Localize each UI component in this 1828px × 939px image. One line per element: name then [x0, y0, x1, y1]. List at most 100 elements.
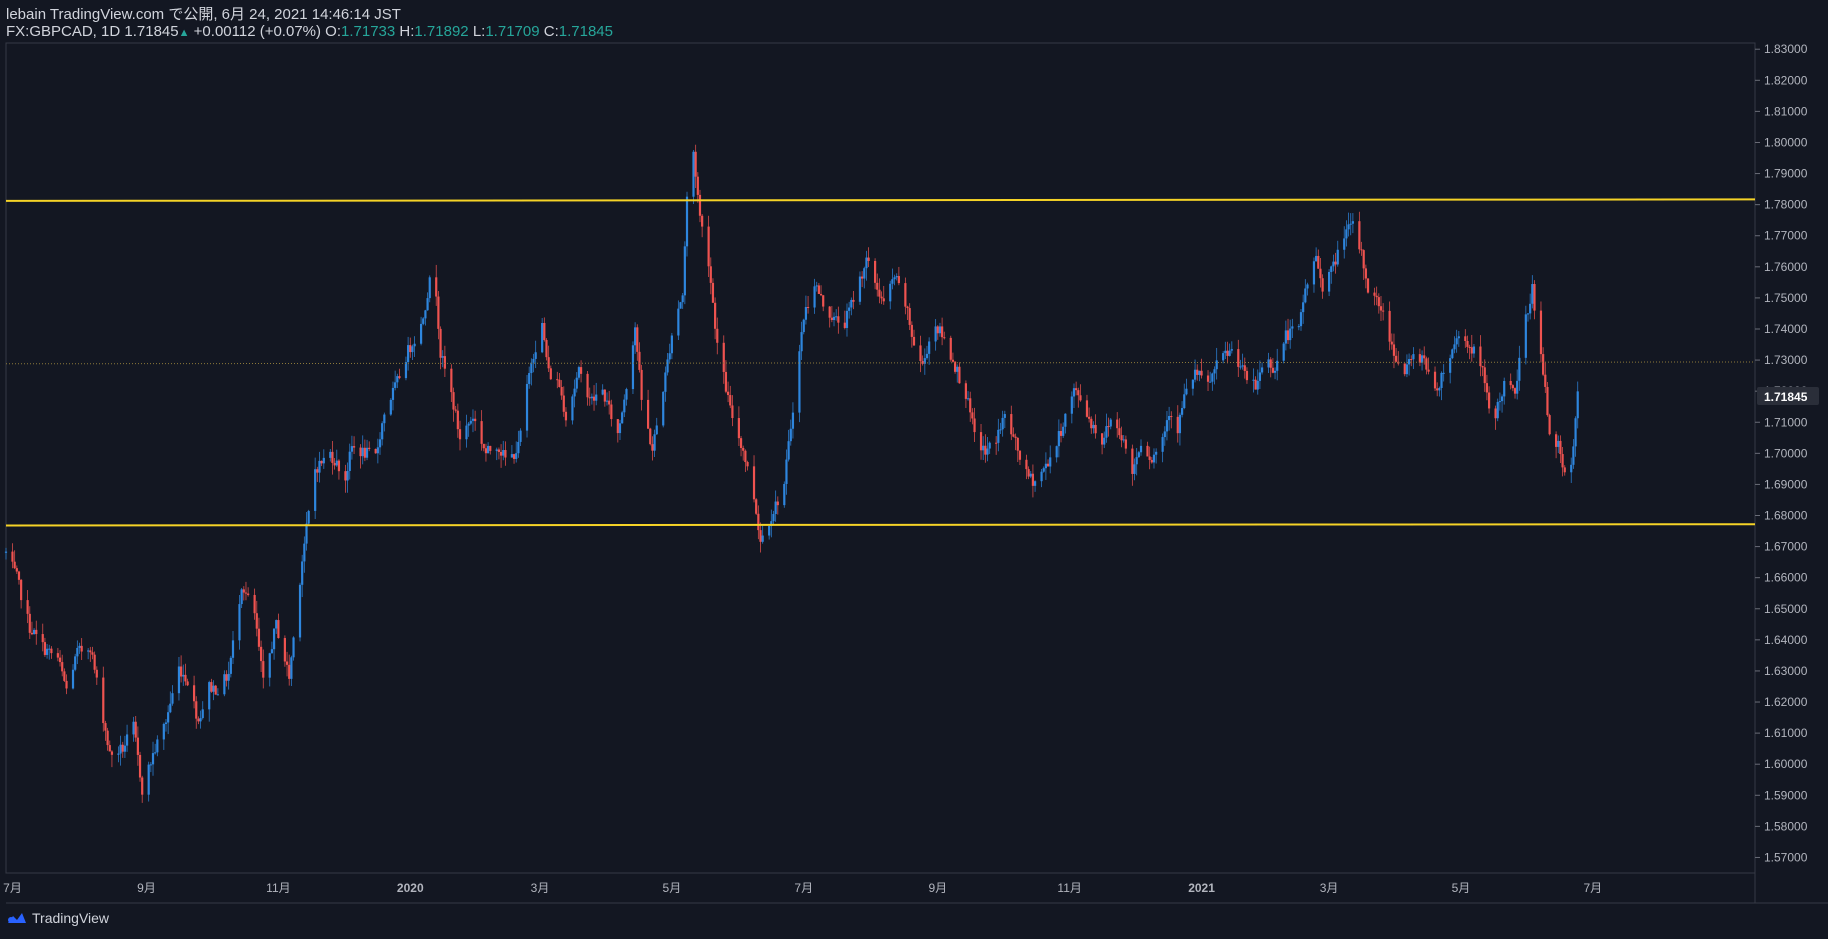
candle-body — [210, 682, 213, 692]
candle-body — [1289, 328, 1292, 341]
price-tick-label: 1.58000 — [1764, 819, 1808, 833]
price-tick-label: 1.59000 — [1764, 788, 1808, 802]
candle-body — [742, 447, 745, 451]
candle-body — [588, 397, 591, 399]
candle-body — [1230, 349, 1233, 351]
candle-body — [422, 318, 425, 324]
candle-body — [822, 295, 825, 307]
candle-body — [802, 319, 805, 333]
candle-body — [1161, 437, 1164, 452]
time-tick-label: 2020 — [397, 881, 424, 895]
candle-body — [525, 383, 529, 431]
candle-body — [424, 310, 427, 319]
candle-body — [919, 345, 922, 362]
candle-body — [154, 752, 157, 754]
candle-body — [1433, 371, 1437, 389]
candle-body — [1150, 459, 1153, 463]
price-axis[interactable]: 1.83000 1.82000 1.81000 1.80000 1.79000 1.780… — [1755, 42, 1819, 864]
candle-body — [1438, 387, 1441, 391]
footer-brand[interactable]: TradingView — [6, 910, 109, 926]
candle-body — [850, 299, 853, 308]
candle-body — [1319, 268, 1322, 279]
candle-body — [381, 423, 384, 440]
candle-body — [1003, 414, 1006, 418]
candle-body — [819, 293, 823, 296]
candle-body — [76, 647, 79, 657]
candle-body — [815, 285, 818, 287]
candle-body — [320, 460, 323, 464]
candle-body — [1226, 350, 1229, 356]
candle-body — [147, 764, 150, 795]
price-tick-label: 1.76000 — [1764, 260, 1808, 274]
candle-body — [716, 328, 719, 343]
price-tick-label: 1.67000 — [1764, 540, 1808, 554]
candle-body — [1563, 467, 1566, 473]
price-chart[interactable]: 1.83000 1.82000 1.81000 1.80000 1.79000 1.780… — [0, 0, 1828, 939]
candle-body — [1494, 408, 1497, 419]
candle-body — [830, 317, 833, 320]
candle-body — [515, 453, 518, 459]
candle-body — [746, 462, 749, 467]
price-tick-label: 1.77000 — [1764, 229, 1808, 243]
time-tick-label: 7月 — [1584, 881, 1603, 895]
candle-body — [1165, 420, 1169, 432]
candle-body — [1284, 330, 1287, 344]
candle-body — [722, 342, 725, 372]
candle-body — [943, 337, 946, 339]
candle-body — [1347, 224, 1350, 230]
candle-body — [407, 345, 410, 363]
candle-body — [409, 345, 412, 353]
candle-body — [1503, 380, 1506, 397]
candle-body — [610, 404, 613, 420]
candle-body — [134, 721, 137, 738]
candle-body — [655, 425, 658, 435]
candle-body — [640, 369, 643, 400]
candle-body — [301, 561, 304, 585]
candle-body — [545, 340, 548, 358]
candle-body — [828, 306, 831, 318]
time-tick-label: 5月 — [1452, 881, 1471, 895]
time-axis[interactable]: 7月 9月 11月 2020 3月 5月 7月 9月 11月 2021 3月 5月 7月 — [3, 881, 1602, 895]
candle-body — [1176, 416, 1179, 434]
candle-body — [1555, 434, 1558, 447]
candle-body — [197, 718, 200, 722]
candle-body — [45, 648, 49, 655]
candle-body — [318, 460, 321, 473]
candle-body — [1163, 431, 1166, 438]
candle-body — [876, 282, 879, 290]
candle-body — [698, 194, 702, 216]
time-tick-label: 7月 — [794, 881, 813, 895]
candle-body — [1511, 385, 1514, 389]
candle-body — [270, 649, 274, 654]
candle-body — [562, 395, 565, 412]
candle-body — [1464, 336, 1467, 341]
candle-body — [56, 653, 59, 658]
time-tick-label: 9月 — [928, 881, 947, 895]
candle-body — [662, 391, 665, 426]
candle-body — [772, 513, 775, 522]
price-tick-label: 1.64000 — [1764, 633, 1808, 647]
candle-body — [1427, 369, 1430, 372]
candle-body — [649, 428, 652, 445]
candle-body — [247, 593, 250, 595]
horizontal-level-line — [5, 198, 1756, 202]
candle-body — [1085, 400, 1089, 417]
candle-body — [1500, 396, 1504, 402]
candle-body — [995, 442, 998, 444]
candle-body — [439, 328, 442, 358]
candle-body — [1440, 372, 1443, 388]
candle-body — [1178, 414, 1182, 434]
candle-body — [33, 629, 36, 635]
candle-body — [891, 279, 894, 284]
candle-body — [1196, 369, 1199, 375]
candle-body — [1498, 401, 1501, 403]
candle-body — [359, 447, 362, 457]
candle-body — [592, 396, 596, 401]
candle-body — [1012, 434, 1015, 437]
candle-body — [936, 326, 939, 334]
candle-body — [303, 543, 306, 562]
candle-body — [757, 513, 760, 531]
candle-body — [835, 316, 838, 318]
candle-body — [1033, 481, 1037, 486]
candle-body — [601, 389, 604, 395]
